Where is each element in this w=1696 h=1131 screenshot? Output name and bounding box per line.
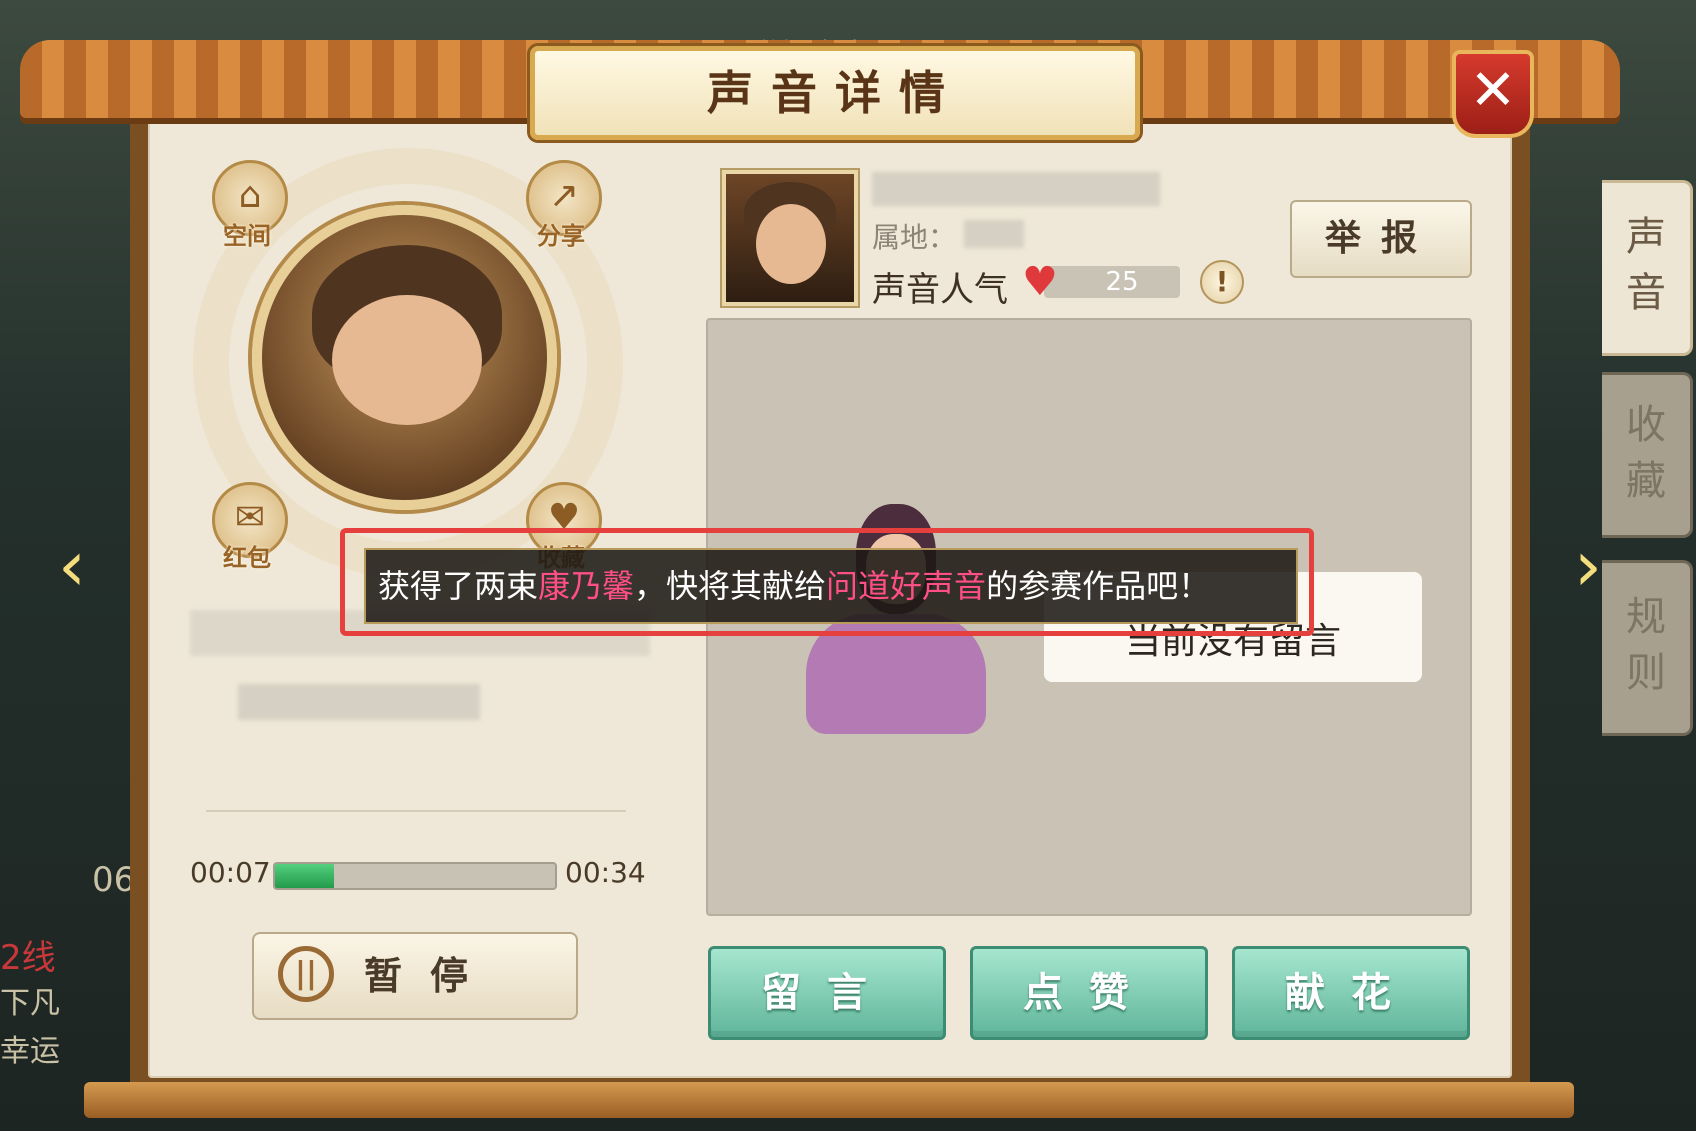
share-label: 分享 — [537, 222, 585, 250]
avatar[interactable] — [722, 170, 858, 306]
title-plate: 声音详情 — [530, 46, 1140, 140]
playback-progress[interactable] — [273, 862, 557, 890]
close-button[interactable]: ✕ — [1452, 50, 1534, 138]
pause-button[interactable]: || 暂停 — [252, 932, 578, 1020]
highlight-box — [340, 528, 1314, 636]
region-label: 属地： — [872, 221, 957, 254]
tab-voice[interactable]: 声 音 — [1602, 180, 1693, 356]
info-button[interactable]: ! — [1200, 260, 1244, 304]
tab-favorites-label: 收 藏 — [1626, 402, 1666, 504]
page-title: 声音详情 — [707, 66, 963, 120]
total-time: 00:34 — [565, 856, 646, 889]
background-time: 06 — [92, 860, 136, 900]
home-icon: ⌂ — [238, 175, 262, 216]
pause-label: 暂停 — [364, 954, 497, 998]
pause-icon: || — [278, 946, 334, 1002]
divider — [206, 810, 626, 812]
comment-button[interactable]: 留言 — [708, 946, 946, 1040]
region-value-blurred — [964, 220, 1024, 248]
popularity-label: 声音人气 — [872, 270, 1008, 310]
tab-rules[interactable]: 规 则 — [1602, 560, 1693, 736]
like-button[interactable]: 点赞 — [970, 946, 1208, 1040]
bottom-beam — [84, 1082, 1574, 1118]
info-icon: ! — [1215, 265, 1229, 298]
background-text-1: 下凡 — [0, 986, 60, 1021]
space-label: 空间 — [223, 222, 271, 250]
red-envelope-icon: ✉ — [234, 497, 266, 538]
red-envelope-label: 红包 — [223, 544, 271, 572]
popularity-value: 25 — [1105, 267, 1139, 297]
progress-fill — [275, 864, 334, 888]
username-blurred — [872, 172, 1160, 206]
report-button[interactable]: 举报 — [1290, 200, 1472, 278]
tab-voice-label: 声 音 — [1626, 214, 1666, 316]
voice-desc-blurred — [238, 684, 480, 720]
voice-portrait — [252, 205, 557, 510]
background-line-text: 2线 — [0, 938, 56, 978]
next-arrow-icon[interactable]: › — [1566, 516, 1610, 616]
current-time: 00:07 — [190, 856, 271, 889]
share-icon: ↗ — [548, 175, 580, 216]
prev-arrow-icon[interactable]: ‹ — [50, 516, 94, 616]
tab-rules-label: 规 则 — [1626, 594, 1666, 696]
flower-button[interactable]: 献花 — [1232, 946, 1470, 1040]
tab-favorites[interactable]: 收 藏 — [1602, 372, 1693, 538]
background-text-2: 幸运 — [0, 1034, 60, 1069]
close-icon: ✕ — [1469, 58, 1517, 123]
